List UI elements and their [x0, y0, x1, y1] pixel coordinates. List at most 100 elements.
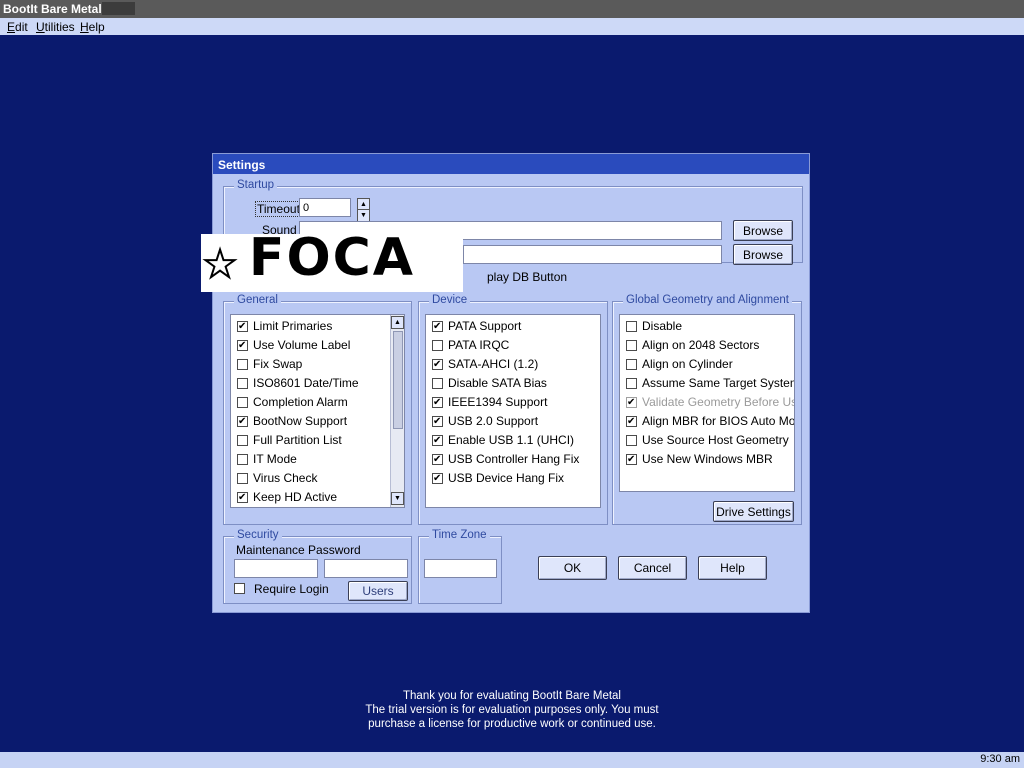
geometry-option-checkbox[interactable]	[626, 416, 637, 427]
timeout-label: Timeout	[255, 201, 302, 217]
geometry-option-checkbox[interactable]	[626, 359, 637, 370]
security-group: Security Maintenance Password Require Lo…	[223, 529, 412, 604]
device-group: Device PATA Support PATA IRQC SATA-AHCI (1…	[418, 294, 608, 525]
menu-bar: Edit Utilities Help	[0, 18, 1024, 35]
device-option-label: Enable USB 1.1 (UHCI)	[448, 433, 575, 447]
general-option-checkbox[interactable]	[237, 492, 248, 503]
general-option-checkbox[interactable]	[237, 359, 248, 370]
device-options-list: PATA Support PATA IRQC SATA-AHCI (1.2) Disa…	[425, 314, 601, 508]
foca-logo-overlay: ★ FOCA	[201, 228, 463, 292]
help-button[interactable]: Help	[698, 556, 767, 580]
general-option-label: BootNow Support	[253, 414, 348, 428]
device-option-checkbox[interactable]	[432, 378, 443, 389]
security-group-label: Security	[234, 529, 282, 541]
timeout-input[interactable]	[299, 198, 351, 217]
taskbar-clock: 9:30 am	[980, 753, 1020, 765]
sound-browse-button[interactable]: Browse	[733, 220, 793, 241]
menu-edit[interactable]: Edit	[7, 20, 28, 34]
device-option-label: Disable SATA Bias	[448, 376, 547, 390]
device-option-checkbox[interactable]	[432, 359, 443, 370]
menu-help[interactable]: Help	[80, 20, 105, 34]
settings-dialog: Settings Startup Timeout ▲ ▼ Sound Brows…	[212, 153, 810, 613]
general-option-label: Keep HD Active	[253, 490, 338, 504]
general-group: General Limit Primaries Use Volume Label F…	[223, 294, 412, 525]
device-option-label: USB Device Hang Fix	[448, 471, 565, 485]
general-scrollbar[interactable]: ▲ ▼	[390, 315, 404, 507]
general-option-label: Virus Check	[253, 471, 318, 485]
geometry-group: Global Geometry and Alignment Disable Ali…	[612, 294, 802, 525]
general-option-label: Use Volume Label	[253, 338, 351, 352]
device-option-checkbox[interactable]	[432, 416, 443, 427]
timezone-group-label: Time Zone	[429, 529, 490, 541]
geometry-option-label: Align MBR for BIOS Auto Mode	[642, 414, 795, 428]
scroll-thumb[interactable]	[393, 331, 403, 429]
device-option-label: USB 2.0 Support	[448, 414, 539, 428]
foca-logo-text: FOCA	[248, 228, 416, 288]
device-option-label: PATA Support	[448, 319, 522, 333]
geometry-option-label: Disable	[642, 319, 683, 333]
device-option-checkbox[interactable]	[432, 435, 443, 446]
scroll-down-icon[interactable]: ▼	[391, 492, 404, 505]
startup-group-label: Startup	[234, 179, 278, 191]
require-login-checkbox[interactable]	[234, 583, 245, 594]
device-option-checkbox[interactable]	[432, 321, 443, 332]
device-option-checkbox[interactable]	[432, 397, 443, 408]
drive-settings-button[interactable]: Drive Settings	[713, 501, 794, 522]
app-title: BootIt Bare Metal	[3, 2, 102, 16]
device-option-checkbox[interactable]	[432, 473, 443, 484]
general-group-label: General	[234, 294, 281, 306]
geometry-option-label: Use Source Host Geometry	[642, 433, 789, 447]
general-option-checkbox[interactable]	[237, 340, 248, 351]
geometry-option-checkbox[interactable]	[626, 321, 637, 332]
secondary-browse-button[interactable]: Browse	[733, 244, 793, 265]
trial-message-line-2: The trial version is for evaluation purp…	[365, 704, 659, 716]
timezone-input[interactable]	[424, 559, 497, 578]
geometry-option-label: Align on 2048 Sectors	[642, 338, 760, 352]
menu-utilities[interactable]: Utilities	[36, 20, 75, 34]
general-option-label: Full Partition List	[253, 433, 342, 447]
device-option-label: PATA IRQC	[448, 338, 510, 352]
geometry-option-checkbox[interactable]	[626, 378, 637, 389]
geometry-group-label: Global Geometry and Alignment	[623, 294, 793, 306]
geometry-option-checkbox[interactable]	[626, 454, 637, 465]
device-option-checkbox[interactable]	[432, 454, 443, 465]
general-option-checkbox[interactable]	[237, 435, 248, 446]
geometry-option-label: Use New Windows MBR	[642, 452, 773, 466]
general-option-checkbox[interactable]	[237, 473, 248, 484]
trial-message-line-1: Thank you for evaluating BootIt Bare Met…	[403, 690, 621, 702]
cancel-button[interactable]: Cancel	[618, 556, 687, 580]
ok-button[interactable]: OK	[538, 556, 607, 580]
general-option-checkbox[interactable]	[237, 454, 248, 465]
dialog-title: Settings	[218, 158, 266, 172]
general-option-label: Limit Primaries	[253, 319, 333, 333]
general-option-label: ISO8601 Date/Time	[253, 376, 359, 390]
geometry-option-checkbox[interactable]	[626, 435, 637, 446]
device-option-label: USB Controller Hang Fix	[448, 452, 580, 466]
taskbar: 9:30 am	[0, 752, 1024, 768]
geometry-option-label: Validate Geometry Before Use	[642, 395, 795, 409]
device-option-checkbox[interactable]	[432, 340, 443, 351]
geometry-option-checkbox[interactable]	[626, 397, 637, 408]
password-input[interactable]	[234, 559, 318, 578]
scroll-up-icon[interactable]: ▲	[391, 316, 404, 329]
geometry-option-label: Align on Cylinder	[642, 357, 733, 371]
trial-message: Thank you for evaluating BootIt Bare Met…	[312, 689, 712, 731]
password-confirm-input[interactable]	[324, 559, 408, 578]
geometry-option-label: Assume Same Target System	[642, 376, 795, 390]
users-button[interactable]: Users	[348, 581, 408, 601]
general-option-label: Completion Alarm	[253, 395, 348, 409]
secondary-path-input[interactable]	[463, 245, 722, 264]
general-option-checkbox[interactable]	[237, 397, 248, 408]
maintenance-password-label: Maintenance Password	[236, 543, 361, 557]
dialog-title-bar[interactable]: Settings	[213, 154, 809, 174]
display-db-button-label: play DB Button	[487, 270, 568, 284]
general-option-label: IT Mode	[253, 452, 297, 466]
title-bar-block	[102, 2, 135, 15]
general-option-label: Fix Swap	[253, 357, 303, 371]
geometry-options-list: Disable Align on 2048 Sectors Align on Cyl…	[619, 314, 795, 492]
general-option-checkbox[interactable]	[237, 378, 248, 389]
general-option-checkbox[interactable]	[237, 416, 248, 427]
general-options-list: Limit Primaries Use Volume Label Fix Swap I…	[230, 314, 405, 508]
geometry-option-checkbox[interactable]	[626, 340, 637, 351]
general-option-checkbox[interactable]	[237, 321, 248, 332]
